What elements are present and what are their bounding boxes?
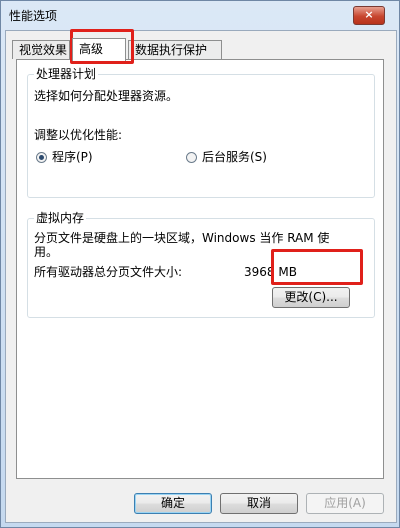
advanced-tab-panel: 处理器计划 选择如何分配处理器资源。 调整以优化性能: 程序(P) 后台服务(S…	[16, 59, 384, 479]
tab-label: 高级	[79, 42, 104, 56]
title-bar[interactable]: 性能选项 ×	[1, 1, 399, 29]
total-paging-file-label: 所有驱动器总分页文件大小:	[34, 265, 183, 279]
ok-button[interactable]: 确定	[134, 493, 212, 514]
performance-options-window: 性能选项 × 视觉效果 高级 数据执行保护 处理器计划 选择如何分配处理器资源。…	[0, 0, 400, 528]
virtual-memory-description: 分页文件是硬盘上的一块区域，Windows 当作 RAM 使	[34, 231, 330, 245]
tab-label: 视觉效果	[19, 43, 68, 57]
close-icon: ×	[364, 8, 374, 21]
tab-advanced[interactable]: 高级	[72, 38, 126, 61]
apply-button[interactable]: 应用(A)	[306, 493, 384, 514]
group-title: 处理器计划	[34, 67, 99, 81]
group-title: 虚拟内存	[34, 211, 87, 225]
virtual-memory-group: 虚拟内存 分页文件是硬盘上的一块区域，Windows 当作 RAM 使 用。 所…	[27, 211, 375, 318]
tab-label: 数据执行保护	[135, 43, 208, 57]
radio-programs-label[interactable]: 程序(P)	[52, 150, 93, 165]
cancel-button[interactable]: 取消	[220, 493, 298, 514]
change-virtual-memory-button[interactable]: 更改(C)...	[272, 287, 350, 308]
radio-button-unchecked[interactable]	[186, 152, 197, 163]
radio-button-checked[interactable]	[36, 152, 47, 163]
virtual-memory-description-continued: 用。	[34, 245, 59, 259]
adjust-performance-label: 调整以优化性能:	[34, 128, 123, 142]
radio-background-label[interactable]: 后台服务(S)	[202, 150, 267, 165]
dialog-client-area: 视觉效果 高级 数据执行保护 处理器计划 选择如何分配处理器资源。 调整以优化性…	[5, 30, 397, 523]
tab-visual-effects[interactable]: 视觉效果	[12, 40, 70, 59]
tab-data-execution-prevention[interactable]: 数据执行保护	[128, 40, 222, 59]
total-paging-file-value: 3968 MB	[244, 265, 297, 279]
processor-description: 选择如何分配处理器资源。	[34, 89, 179, 103]
close-button[interactable]: ×	[353, 6, 385, 25]
window-title: 性能选项	[9, 9, 58, 23]
processor-scheduling-group: 处理器计划 选择如何分配处理器资源。 调整以优化性能: 程序(P) 后台服务(S…	[27, 67, 375, 198]
